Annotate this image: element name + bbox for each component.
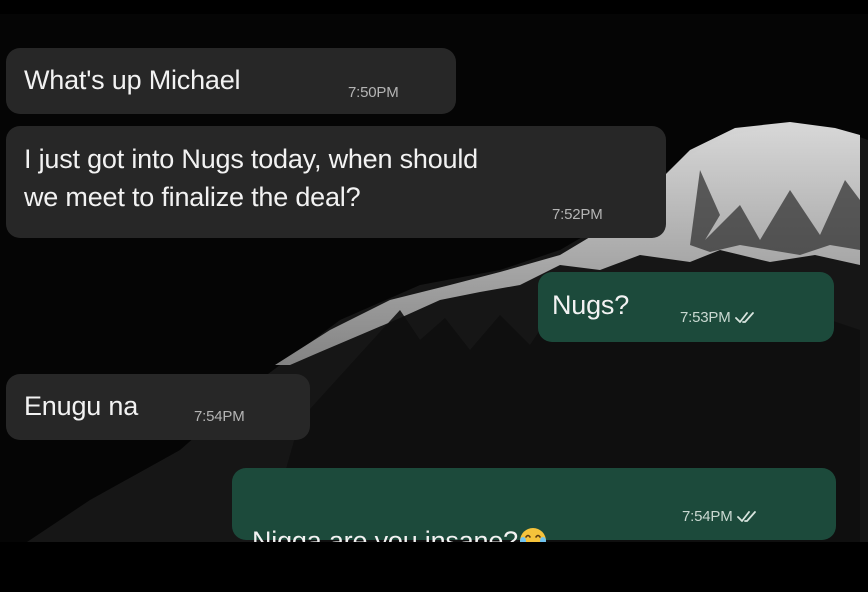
chat-screen: What's up Michael 7:50PM I just got into… xyxy=(0,0,868,592)
incoming-message-bubble[interactable]: Enugu na 7:54PM xyxy=(6,374,310,440)
message-timestamp: 7:52PM xyxy=(552,206,603,223)
message-text: Enugu na xyxy=(24,391,139,421)
message-timestamp-group: 7:53PM xyxy=(680,309,757,327)
read-double-check-icon xyxy=(734,312,754,323)
read-double-check-icon xyxy=(736,511,756,522)
bottom-border xyxy=(0,542,868,592)
message-timestamp: 7:54PM xyxy=(682,508,733,525)
message-text: I just got into Nugs today, when should … xyxy=(24,144,478,212)
outgoing-message-bubble[interactable]: Nugs? 7:53PM xyxy=(538,272,834,342)
message-timestamp: 7:54PM xyxy=(194,408,245,425)
message-timestamp-group: 7:52PM xyxy=(552,206,603,224)
message-timestamp: 7:53PM xyxy=(680,309,731,326)
message-text: Nugs? xyxy=(552,290,630,320)
message-timestamp-group: 7:54PM xyxy=(194,408,245,426)
incoming-message-bubble[interactable]: I just got into Nugs today, when should … xyxy=(6,126,666,238)
outgoing-message-bubble[interactable]: Nigga are you insane? 7:54PM xyxy=(232,468,836,556)
message-list[interactable]: What's up Michael 7:50PM I just got into… xyxy=(0,0,868,592)
message-text: What's up Michael xyxy=(24,65,241,95)
message-timestamp-group: 7:50PM xyxy=(348,84,399,102)
incoming-message-bubble[interactable]: What's up Michael 7:50PM xyxy=(6,48,456,114)
top-border xyxy=(0,0,868,14)
message-timestamp-group: 7:54PM xyxy=(682,508,759,526)
message-timestamp: 7:50PM xyxy=(348,84,399,101)
